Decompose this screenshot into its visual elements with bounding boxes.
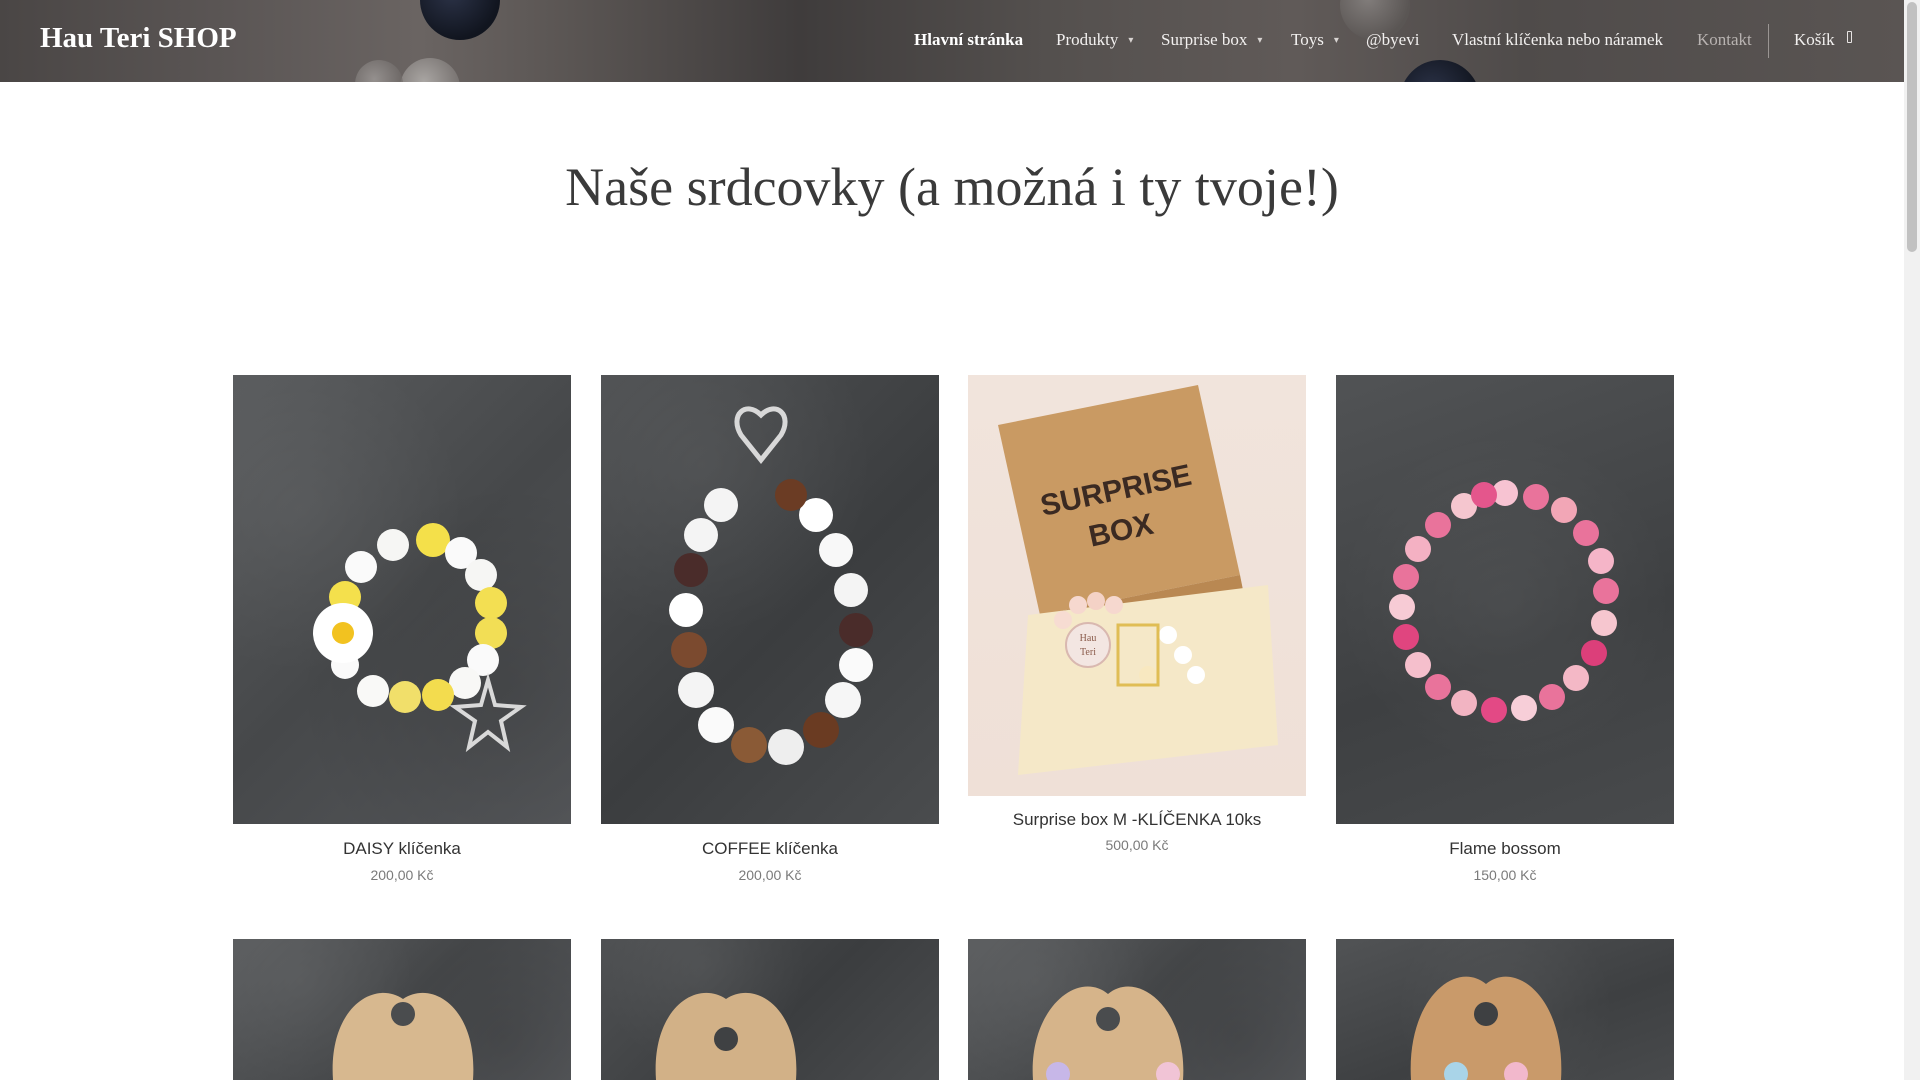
product-name[interactable]: Flame bossom — [1336, 839, 1674, 859]
product-card[interactable] — [968, 939, 1306, 1080]
seal-text: Teri — [1080, 647, 1096, 658]
chevron-down-icon: ▾ — [1128, 35, 1134, 46]
product-price: 200,00 Kč — [370, 867, 434, 883]
nav-item-contact[interactable]: Kontakt — [1697, 30, 1752, 50]
site-logo[interactable]: Hau Teri SHOP — [40, 22, 237, 55]
nav-item-surprise-box[interactable]: Surprise box ▾ — [1161, 30, 1262, 50]
product-image[interactable] — [1336, 939, 1674, 1080]
flame-bracelet-illustration — [1389, 480, 1619, 723]
cart-label: Košík — [1794, 30, 1835, 49]
product-card[interactable] — [1336, 939, 1674, 1080]
nav-item-label: Produkty — [1056, 30, 1119, 49]
cart-link[interactable]: Košík — [1794, 30, 1852, 50]
nav-item-home[interactable]: Hlavní stránka — [914, 30, 1023, 50]
daisy-flower — [313, 603, 373, 663]
header-background-bead — [355, 60, 403, 82]
header-background-bead — [400, 58, 460, 82]
product-image[interactable] — [233, 939, 571, 1080]
nav-item-products[interactable]: Produkty ▾ — [1056, 30, 1133, 50]
surprise-box-illustration: SURPRISE BOX Hau Teri — [998, 385, 1278, 775]
product-image[interactable]: SURPRISE BOX Hau Teri — [968, 375, 1306, 796]
product-name[interactable]: Surprise box M -KLÍČENKA 10ks — [968, 810, 1306, 830]
daisy-bracelet-illustration — [313, 523, 527, 753]
product-card[interactable] — [601, 939, 939, 1080]
header-background-bead — [1400, 60, 1480, 82]
chevron-down-icon: ▾ — [1257, 35, 1263, 46]
nav-divider — [1768, 24, 1769, 58]
product-card[interactable]: Flame bossom 150,00 Kč — [1336, 375, 1674, 895]
chevron-down-icon: ▾ — [1333, 35, 1339, 46]
product-image[interactable] — [968, 939, 1306, 1080]
product-card-tag-illustration — [655, 992, 797, 1080]
product-card[interactable]: DAISY klíčenka 200,00 Kč — [233, 375, 571, 895]
product-image[interactable] — [233, 375, 571, 824]
product-name[interactable]: COFFEE klíčenka — [601, 839, 939, 859]
header-background-bead — [420, 0, 500, 40]
product-card-tag-illustration — [332, 992, 474, 1080]
product-image[interactable] — [601, 939, 939, 1080]
scrollbar-thumb[interactable] — [1907, 2, 1917, 252]
product-image[interactable] — [1336, 375, 1674, 824]
coffee-keychain-illustration — [669, 406, 873, 765]
page-title: Naše srdcovky (a možná i ty tvoje!) — [565, 157, 1339, 217]
nav-item-label: Toys — [1291, 30, 1324, 49]
nav-item-custom-keychain[interactable]: Vlastní klíčenka nebo náramek — [1452, 30, 1663, 50]
product-price: 500,00 Kč — [1105, 837, 1169, 853]
cart-icon — [1846, 31, 1852, 43]
nav-item-byevi[interactable]: @byevi — [1366, 30, 1419, 50]
site-header: Hau Teri SHOP Hlavní stránka Produkty ▾ S… — [0, 0, 1904, 82]
product-image[interactable] — [601, 375, 939, 824]
product-card-tag-illustration — [1410, 976, 1562, 1080]
nav-item-toys[interactable]: Toys ▾ — [1291, 30, 1339, 50]
product-name[interactable]: DAISY klíčenka — [233, 839, 571, 859]
page-scrollbar[interactable] — [1904, 0, 1920, 1080]
nav-item-label: Surprise box — [1161, 30, 1248, 49]
product-card[interactable] — [233, 939, 571, 1080]
product-price: 200,00 Kč — [738, 867, 802, 883]
product-card[interactable]: SURPRISE BOX Hau Teri Surprise box M -KL… — [968, 375, 1306, 865]
seal-text: Hau — [1080, 633, 1097, 644]
product-price: 150,00 Kč — [1473, 867, 1537, 883]
product-card-tag-illustration — [1032, 986, 1184, 1080]
product-card[interactable]: COFFEE klíčenka 200,00 Kč — [601, 375, 939, 895]
